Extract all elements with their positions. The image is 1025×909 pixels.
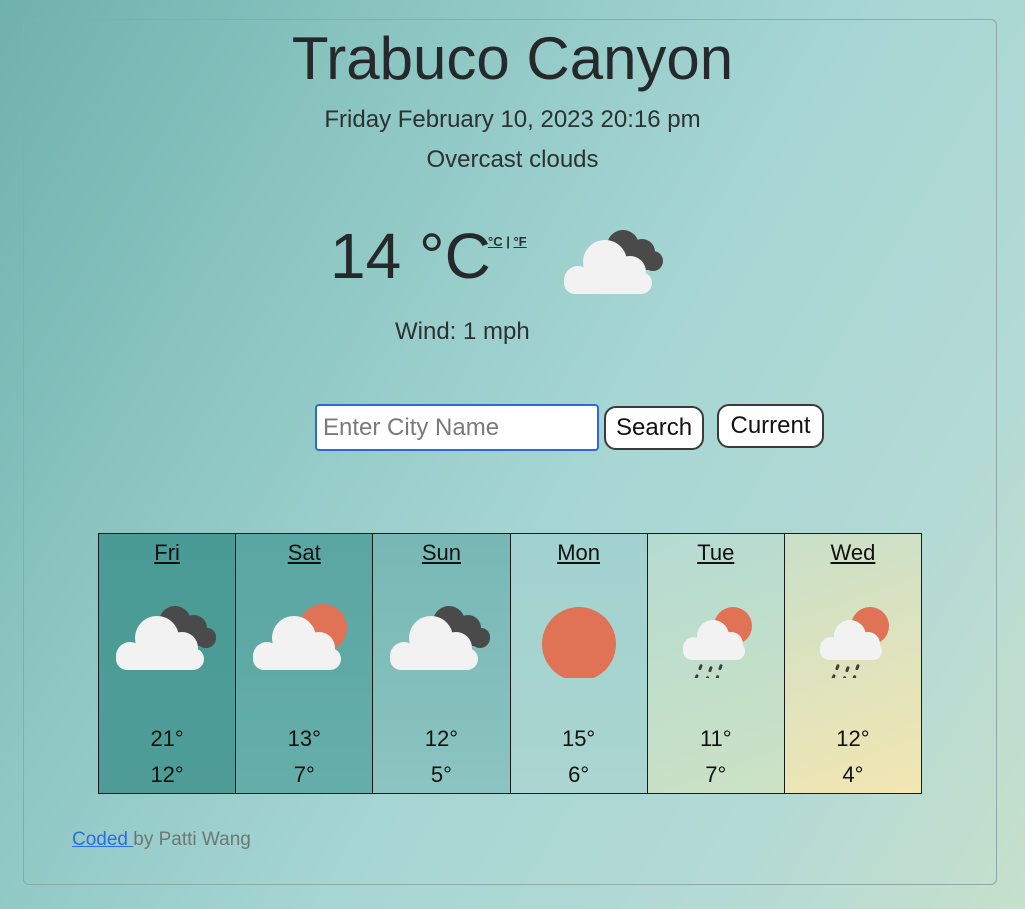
city-search-input[interactable] <box>315 404 599 451</box>
forecast-high: 15° <box>561 726 596 751</box>
forecast-day-name[interactable]: Tue <box>648 540 784 566</box>
search-button[interactable]: Search <box>604 406 704 450</box>
fahrenheit-link[interactable]: °F <box>513 234 526 249</box>
forecast-low: 7° <box>293 762 315 787</box>
forecast-day: Mon 15° 6° <box>510 533 648 794</box>
footer: Coded by Patti Wang <box>72 829 251 851</box>
forecast-high: 21° <box>150 726 184 751</box>
forecast-low: 7° <box>705 762 727 787</box>
forecast-day: Wed 12° 4° <box>784 533 923 794</box>
celsius-link[interactable]: °C <box>488 234 503 249</box>
forecast-high: 11° <box>699 726 732 751</box>
forecast-day: Tue 11° 7° <box>647 533 785 794</box>
forecast-day-name[interactable]: Sun <box>373 540 509 566</box>
forecast-day-name[interactable]: Mon <box>511 540 647 566</box>
forecast-low: 12° <box>150 762 184 787</box>
forecast-day-name[interactable]: Wed <box>785 540 921 566</box>
unit-toggle: °C | °F <box>488 234 527 249</box>
forecast-day-name[interactable]: Fri <box>99 540 235 566</box>
overcast-clouds-icon <box>373 598 509 694</box>
weather-description: Overcast clouds <box>426 146 599 173</box>
overcast-clouds-icon <box>99 598 235 694</box>
forecast-day: Sat 13° 7° <box>236 533 374 794</box>
partly-cloudy-icon <box>236 598 372 694</box>
forecast-day: Fri 21° 12° <box>98 533 237 794</box>
unit-separator: | <box>506 234 510 249</box>
forecast-day-name[interactable]: Sat <box>236 540 372 566</box>
forecast-high: 12° <box>424 726 459 751</box>
forecast-grid: Fri 21° 12° Sat 13° 7° Sun 12° 5° Mon 15… <box>98 533 923 794</box>
rain-sun-icon <box>785 598 921 694</box>
overcast-clouds-icon <box>560 224 670 300</box>
forecast-day: Sun 12° 5° <box>373 533 511 794</box>
wind-speed: Wind: 1 mph <box>395 318 530 345</box>
current-location-button[interactable]: Current <box>717 404 824 448</box>
coded-link[interactable]: Coded <box>72 829 133 850</box>
forecast-low: 6° <box>568 762 590 787</box>
forecast-low: 4° <box>842 762 864 787</box>
forecast-high: 13° <box>287 726 321 751</box>
rain-sun-icon <box>648 598 784 694</box>
footer-author: by Patti Wang <box>133 829 251 850</box>
current-temperature: 14 °C <box>330 220 491 292</box>
forecast-high: 12° <box>836 726 870 751</box>
forecast-low: 5° <box>430 762 452 787</box>
date-time: Friday February 10, 2023 20:16 pm <box>324 106 701 133</box>
city-name: Trabuco Canyon <box>291 25 734 92</box>
sun-icon <box>511 598 647 694</box>
